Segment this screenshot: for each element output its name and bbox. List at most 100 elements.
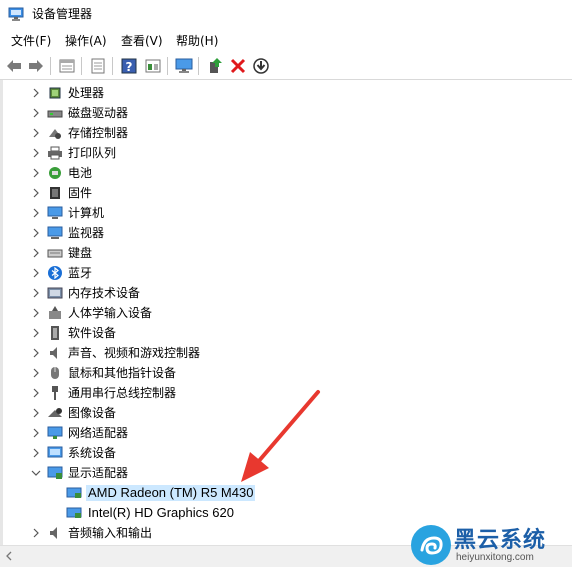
firmware-icon: [50, 187, 60, 199]
scroll-left-icon[interactable]: [2, 549, 16, 563]
tree-category-label: 软件设备: [68, 326, 117, 340]
chevron-right-icon[interactable]: [30, 347, 42, 359]
device-manager-icon: [8, 7, 24, 21]
tree-device[interactable]: Intel(R) HD Graphics 620: [3, 503, 572, 523]
memory-icon: [47, 287, 63, 299]
chevron-right-icon[interactable]: [30, 367, 42, 379]
tree-category[interactable]: 存储控制器: [3, 123, 572, 143]
menu-view[interactable]: 查看(V): [119, 33, 165, 49]
chevron-right-icon[interactable]: [30, 527, 42, 539]
tree-category[interactable]: 内存技术设备: [3, 283, 572, 303]
tree-category-expanded[interactable]: 显示适配器: [3, 463, 572, 483]
tree-category-label: 系统设备: [68, 446, 117, 460]
chevron-right-icon[interactable]: [30, 107, 42, 119]
tree-category-label: 磁盘驱动器: [68, 106, 129, 120]
toolbar-separator: [198, 57, 199, 75]
chevron-right-icon[interactable]: [30, 127, 42, 139]
tree-category[interactable]: 蓝牙: [3, 263, 572, 283]
menu-file[interactable]: 文件(F): [9, 33, 53, 49]
tree-category-label: 图像设备: [68, 406, 117, 420]
software-device-icon: [51, 326, 59, 340]
chevron-right-icon[interactable]: [30, 267, 42, 279]
svg-text:?: ?: [126, 60, 133, 74]
system-device-icon: [47, 446, 63, 458]
display-adapter-icon: [66, 487, 82, 498]
help-icon[interactable]: ?: [119, 56, 139, 76]
menu-action[interactable]: 操作(A): [63, 33, 109, 49]
tree-category[interactable]: 固件: [3, 183, 572, 203]
tree-device-label: Intel(R) HD Graphics 620: [88, 505, 234, 520]
back-arrow-icon[interactable]: [4, 56, 24, 76]
tree-category-label: 处理器: [68, 86, 105, 100]
tree-category[interactable]: 系统设备: [3, 443, 572, 463]
chevron-right-icon[interactable]: [30, 327, 42, 339]
tree-category-label: 存储控制器: [68, 126, 129, 140]
toolbar-separator: [81, 57, 82, 75]
tree-category[interactable]: 软件设备: [3, 323, 572, 343]
monitor-scan-icon[interactable]: [174, 56, 194, 76]
chevron-right-icon[interactable]: [30, 447, 42, 459]
chevron-right-icon[interactable]: [30, 307, 42, 319]
toolbar: ?: [0, 52, 572, 80]
bluetooth-icon: [48, 266, 62, 280]
audio-io-icon: [50, 527, 57, 539]
tree-device[interactable]: AMD Radeon (TM) R5 M430: [3, 483, 572, 503]
tree-category[interactable]: 电池: [3, 163, 572, 183]
chevron-right-icon[interactable]: [30, 207, 42, 219]
hid-icon: [49, 306, 61, 319]
tree-category[interactable]: 监视器: [3, 223, 572, 243]
download-icon[interactable]: [251, 56, 271, 76]
chevron-right-icon[interactable]: [30, 387, 42, 399]
tree-category[interactable]: 键盘: [3, 243, 572, 263]
tree-category[interactable]: 处理器: [3, 83, 572, 103]
toolbar-separator: [112, 57, 113, 75]
tree-category-label: 蓝牙: [68, 266, 93, 280]
tree-category[interactable]: 通用串行总线控制器: [3, 383, 572, 403]
tree-category[interactable]: 磁盘驱动器: [3, 103, 572, 123]
chevron-down-icon[interactable]: [30, 467, 42, 479]
keyboard-icon: [47, 249, 63, 258]
tree-category[interactable]: 声音、视频和游戏控制器: [3, 343, 572, 363]
tree-category-label: 人体学输入设备: [68, 306, 153, 320]
battery-icon: [49, 167, 61, 179]
tree-category[interactable]: 网络适配器: [3, 423, 572, 443]
chevron-right-icon[interactable]: [30, 167, 42, 179]
usb-icon: [52, 386, 58, 400]
chevron-right-icon[interactable]: [30, 187, 42, 199]
speaker-icon: [50, 347, 57, 359]
camera-icon: [48, 408, 62, 417]
properties-sheet-icon[interactable]: [88, 56, 108, 76]
tree-category[interactable]: 鼠标和其他指针设备: [3, 363, 572, 383]
chevron-right-icon[interactable]: [30, 287, 42, 299]
chevron-right-icon[interactable]: [30, 227, 42, 239]
tree-category-label: 键盘: [68, 246, 93, 260]
properties-icon[interactable]: [57, 56, 77, 76]
window-title: 设备管理器: [32, 7, 93, 21]
tree-category-label: 固件: [68, 186, 93, 200]
chevron-right-icon[interactable]: [30, 87, 42, 99]
tree-category-label: 显示适配器: [68, 466, 129, 480]
chevron-right-icon[interactable]: [30, 427, 42, 439]
tree-category-label: 网络适配器: [68, 426, 129, 440]
watermark: 黑云系统 heiyunxitong.com: [410, 522, 570, 566]
menu-help[interactable]: 帮助(H): [174, 33, 220, 49]
forward-arrow-icon[interactable]: [26, 56, 46, 76]
device-tree: 处理器 磁盘驱动器 存储控制器 打印队列 电池 固件 计算机 监视器 键盘 蓝牙…: [0, 80, 572, 545]
display-adapter-icon: [47, 466, 63, 479]
update-driver-icon[interactable]: [205, 56, 225, 76]
mouse-icon: [51, 367, 59, 379]
view-resources-icon[interactable]: [143, 56, 163, 76]
tree-category[interactable]: 图像设备: [3, 403, 572, 423]
tree-category[interactable]: 打印队列: [3, 143, 572, 163]
tree-category-label: 监视器: [68, 226, 105, 240]
chevron-right-icon[interactable]: [30, 247, 42, 259]
uninstall-x-icon[interactable]: [228, 56, 248, 76]
chevron-right-icon[interactable]: [30, 147, 42, 159]
display-adapter-icon: [66, 507, 82, 518]
network-adapter-icon: [47, 426, 63, 439]
chevron-right-icon[interactable]: [30, 407, 42, 419]
tree-category-label: 打印队列: [68, 146, 117, 160]
computer-icon: [47, 206, 63, 219]
tree-category[interactable]: 计算机: [3, 203, 572, 223]
tree-category[interactable]: 人体学输入设备: [3, 303, 572, 323]
